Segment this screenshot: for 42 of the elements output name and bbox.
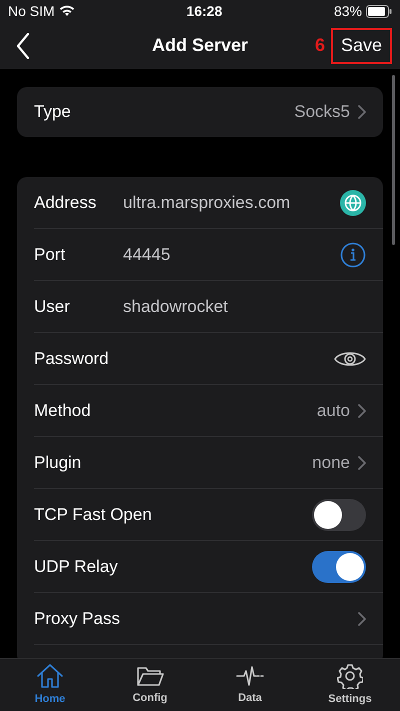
info-icon[interactable]	[340, 242, 366, 268]
type-label: Type	[34, 101, 71, 124]
value-field[interactable]: ultra.marsproxies.com	[123, 190, 290, 216]
toggle-switch[interactable]	[312, 550, 366, 582]
row-label: Method	[34, 400, 92, 422]
battery-icon	[366, 4, 392, 18]
row-label: Password	[34, 348, 110, 370]
chevron-icon	[358, 105, 366, 119]
settings-icon	[337, 662, 363, 689]
row-label: User	[34, 296, 71, 318]
row-label: Proxy Pass	[34, 608, 121, 630]
tab-item[interactable]: Data	[200, 659, 300, 711]
type-row[interactable]: Type Socks5	[17, 87, 383, 137]
tab-item[interactable]: Config	[100, 659, 200, 711]
save-button[interactable]: Save	[330, 28, 392, 64]
row-label: Plugin	[34, 452, 82, 474]
picker-value: none	[312, 452, 350, 474]
row-label: Port	[34, 244, 66, 266]
wifi-icon	[58, 5, 75, 17]
type-value: Socks5	[294, 101, 350, 124]
step-number: 6	[314, 34, 325, 57]
globe-icon[interactable]	[340, 190, 366, 216]
picker-value: auto	[316, 400, 350, 422]
row-label: Address	[34, 192, 98, 214]
tab-item[interactable]: Settings	[300, 659, 400, 711]
row-label: UDP Relay	[34, 556, 119, 578]
carrier-text: No SIM	[8, 2, 55, 20]
clock-text: 16:28	[186, 2, 222, 20]
chevron-icon	[358, 612, 366, 626]
home-icon	[36, 662, 64, 689]
back-button[interactable]	[16, 30, 32, 60]
value-field[interactable]: shadowrocket	[123, 294, 228, 320]
value-field[interactable]: 44445	[123, 242, 170, 268]
waveform-icon	[236, 664, 264, 688]
chevron-icon	[358, 404, 366, 418]
row-label: TCP Fast Open	[34, 504, 152, 526]
screen-title: Add Server	[152, 34, 248, 57]
tab-item[interactable]: Home	[0, 659, 100, 711]
battery-text: 83%	[334, 2, 362, 20]
back-icon	[16, 32, 30, 58]
chevron-icon	[358, 456, 366, 470]
toggle-switch[interactable]	[312, 498, 366, 530]
